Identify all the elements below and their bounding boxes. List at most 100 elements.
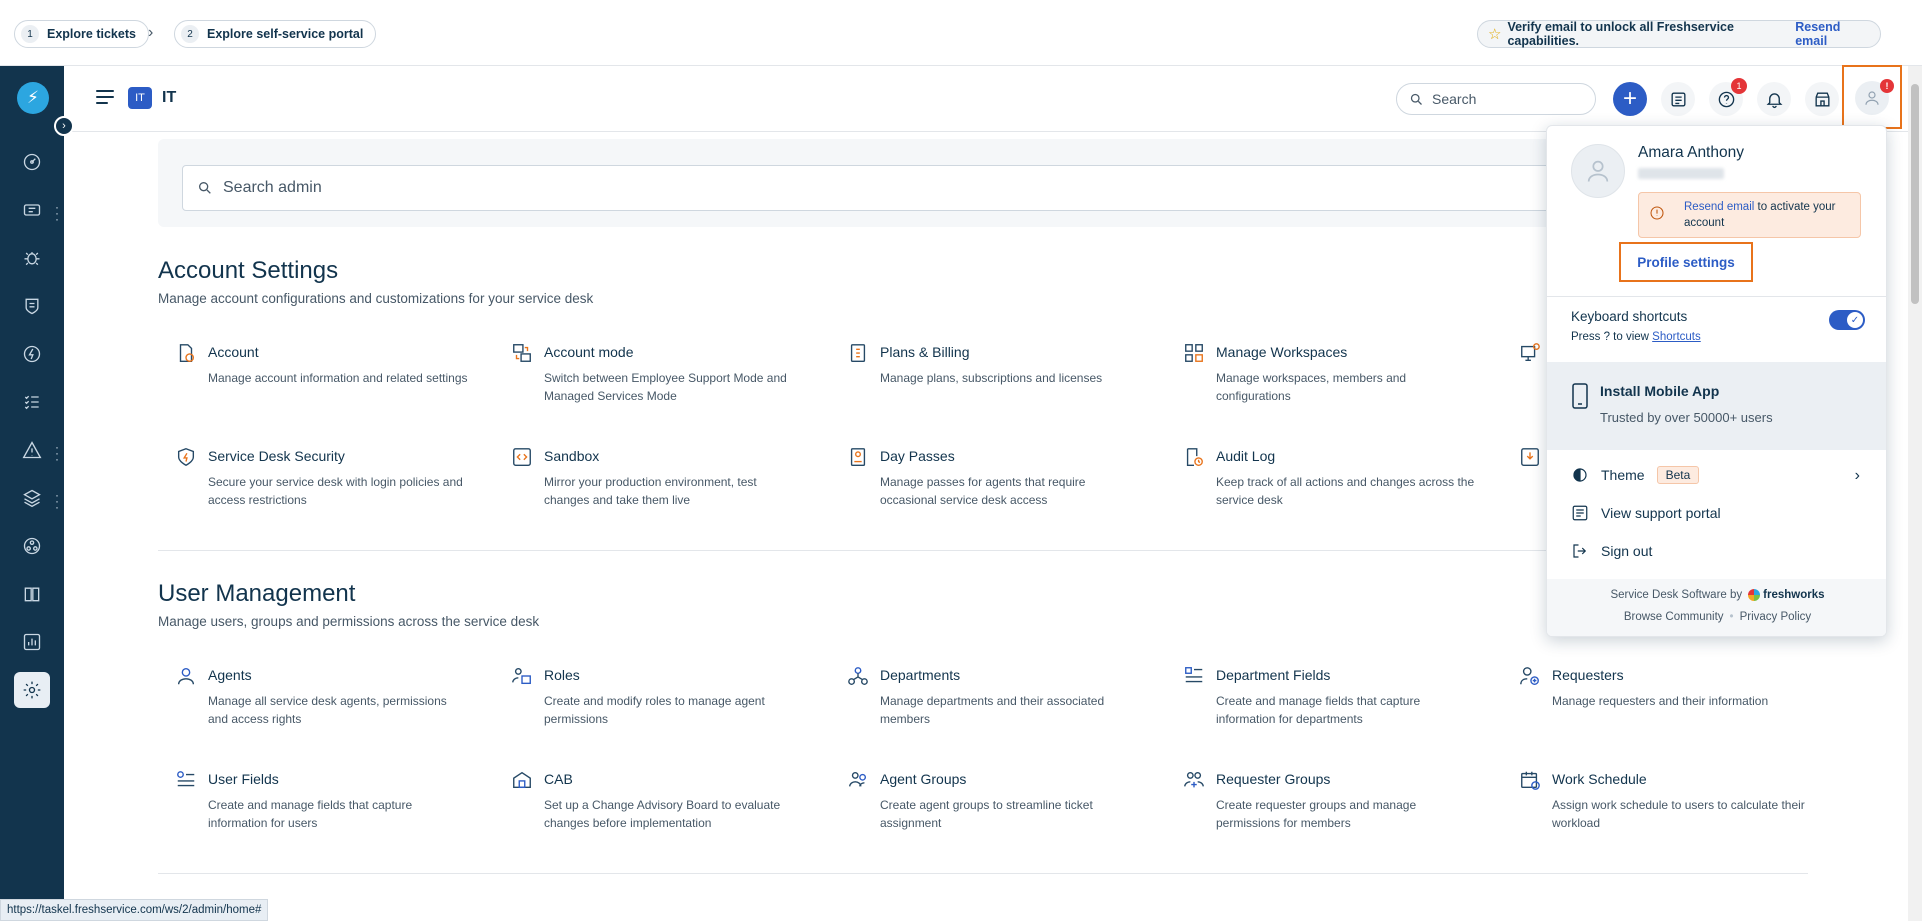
page-scrollbar[interactable] bbox=[1908, 66, 1922, 921]
admin-search-input[interactable]: Search admin bbox=[182, 165, 1742, 211]
sidebar-item-solutions[interactable] bbox=[14, 576, 50, 612]
star-icon: ☆ bbox=[1488, 26, 1502, 43]
sidebar-item-changes[interactable] bbox=[14, 288, 50, 324]
item-title: Requester Groups bbox=[1216, 771, 1331, 787]
chevron-right-icon: › bbox=[148, 24, 154, 41]
sidebar-item-problems[interactable] bbox=[14, 240, 50, 276]
sidebar-item-contracts[interactable] bbox=[14, 528, 50, 564]
install-mobile-app-title: Install Mobile App bbox=[1600, 383, 1720, 399]
item-description: Mirror your production environment, test… bbox=[544, 475, 757, 507]
help-button[interactable]: 1 bbox=[1709, 78, 1747, 116]
keyboard-shortcuts-toggle[interactable]: ✓ bbox=[1829, 310, 1865, 330]
sidebar-item-tasks[interactable] bbox=[14, 384, 50, 420]
item-description: Manage plans, subscriptions and licenses bbox=[880, 371, 1103, 385]
item-description: Create and modify roles to manage agent … bbox=[544, 694, 765, 726]
freshworks-brand: freshworks bbox=[1763, 589, 1825, 601]
sidebar-item-dashboard[interactable] bbox=[14, 144, 50, 180]
bar-chart-icon bbox=[23, 633, 41, 651]
resend-email-link[interactable]: Resend email bbox=[1795, 20, 1870, 48]
sidebar-item-alerts[interactable] bbox=[14, 432, 50, 468]
search-icon bbox=[199, 182, 211, 194]
more-options-icon[interactable]: · · · bbox=[55, 201, 59, 225]
profile-email-redacted bbox=[1638, 168, 1724, 179]
shield-list-icon bbox=[25, 298, 39, 315]
service-catalog-button[interactable] bbox=[1661, 82, 1695, 116]
onboarding-step-explore-tickets[interactable]: 1 Explore tickets bbox=[14, 20, 149, 48]
sign-out-label: Sign out bbox=[1601, 543, 1653, 559]
onboarding-step-explore-portal[interactable]: 2 Explore self-service portal bbox=[174, 20, 377, 48]
item-description: Switch between Employee Support Mode and… bbox=[544, 371, 787, 403]
day-pass-icon bbox=[847, 446, 869, 468]
item-title: CAB bbox=[544, 771, 573, 787]
item-description: Manage workspaces, members and configura… bbox=[1216, 371, 1407, 403]
freshworks-logo-icon bbox=[1748, 589, 1761, 601]
org-chart-icon bbox=[23, 537, 41, 555]
item-title: Work Schedule bbox=[1552, 771, 1647, 787]
item-description: Keep track of all actions and changes ac… bbox=[1216, 475, 1475, 507]
item-description: Manage passes for agents that require oc… bbox=[880, 475, 1086, 507]
sidebar-expand-icon[interactable]: › bbox=[54, 116, 74, 136]
admin-search-placeholder: Search admin bbox=[223, 179, 322, 196]
more-options-icon[interactable]: · · · bbox=[55, 489, 59, 513]
sidebar-item-admin[interactable] bbox=[14, 672, 50, 708]
audit-log-icon bbox=[1183, 446, 1205, 468]
step-label: Explore tickets bbox=[47, 27, 136, 41]
theme-label: Theme bbox=[1601, 467, 1645, 483]
chevron-right-icon[interactable]: › bbox=[1855, 467, 1860, 485]
item-title: Plans & Billing bbox=[880, 344, 970, 360]
item-title: Agent Groups bbox=[880, 771, 967, 787]
activation-warning: Resend email to activate your account bbox=[1638, 192, 1861, 238]
item-description: Create requester groups and manage permi… bbox=[1216, 798, 1417, 830]
help-icon bbox=[1718, 91, 1734, 107]
sidebar-item-releases[interactable] bbox=[14, 336, 50, 372]
workspace-badge[interactable]: IT bbox=[128, 87, 152, 109]
item-title: Audit Log bbox=[1216, 448, 1276, 464]
security-shield-icon bbox=[175, 446, 197, 468]
scrollbar-thumb[interactable] bbox=[1911, 84, 1919, 304]
global-search-input[interactable]: Search bbox=[1396, 83, 1596, 115]
beta-badge: Beta bbox=[1656, 466, 1700, 484]
menu-item-sign-out[interactable]: Sign out bbox=[1571, 540, 1652, 562]
bug-icon bbox=[24, 252, 40, 266]
shortcuts-hint: Press ? to view Shortcuts bbox=[1571, 331, 1701, 343]
sidebar-item-reports[interactable] bbox=[14, 624, 50, 660]
resend-email-link[interactable]: Resend email bbox=[1684, 201, 1754, 213]
profile-settings-button[interactable]: Profile settings bbox=[1619, 242, 1753, 282]
menu-item-theme[interactable]: Theme Beta bbox=[1571, 464, 1700, 486]
download-tray-icon bbox=[1519, 446, 1541, 468]
item-description: Manage all service desk agents, permissi… bbox=[208, 694, 447, 726]
sign-out-icon bbox=[1573, 544, 1587, 558]
shortcuts-link[interactable]: Shortcuts bbox=[1652, 331, 1701, 343]
more-options-icon[interactable]: · · · bbox=[55, 441, 59, 465]
browse-community-link[interactable]: Browse Community bbox=[1624, 611, 1724, 623]
requesters-icon bbox=[1519, 665, 1541, 687]
profile-avatar-button[interactable]: ! bbox=[1842, 65, 1902, 129]
lightning-icon bbox=[23, 345, 41, 363]
marketplace-button[interactable] bbox=[1805, 82, 1839, 116]
calendar-clock-icon bbox=[1519, 769, 1541, 791]
ticket-icon bbox=[23, 204, 41, 216]
item-title: Day Passes bbox=[880, 448, 955, 464]
item-title: Departments bbox=[880, 667, 961, 683]
workspaces-icon bbox=[1183, 342, 1205, 364]
install-mobile-app[interactable]: Install Mobile App Trusted by over 50000… bbox=[1547, 362, 1886, 450]
new-item-button[interactable]: + bbox=[1613, 82, 1647, 116]
info-warning-icon bbox=[1649, 205, 1665, 221]
hamburger-menu-icon[interactable] bbox=[96, 90, 114, 104]
sidebar-item-tickets[interactable] bbox=[14, 192, 50, 228]
notifications-button[interactable] bbox=[1757, 82, 1791, 116]
account-mode-icon bbox=[511, 342, 533, 364]
sidebar-item-assets[interactable] bbox=[14, 480, 50, 516]
item-title: Service Desk Security bbox=[208, 448, 345, 464]
cab-icon bbox=[511, 769, 533, 791]
item-title: Agents bbox=[208, 667, 252, 683]
step-number: 1 bbox=[21, 25, 39, 43]
menu-item-view-support-portal[interactable]: View support portal bbox=[1571, 502, 1721, 524]
checklist-icon bbox=[24, 395, 39, 410]
privacy-policy-link[interactable]: Privacy Policy bbox=[1740, 611, 1812, 623]
workspace-name[interactable]: IT bbox=[162, 89, 176, 107]
profile-avatar bbox=[1571, 144, 1625, 198]
step-number: 2 bbox=[181, 25, 199, 43]
freshservice-logo-icon[interactable]: ⚡ bbox=[17, 82, 49, 114]
dashboard-icon bbox=[23, 153, 41, 171]
